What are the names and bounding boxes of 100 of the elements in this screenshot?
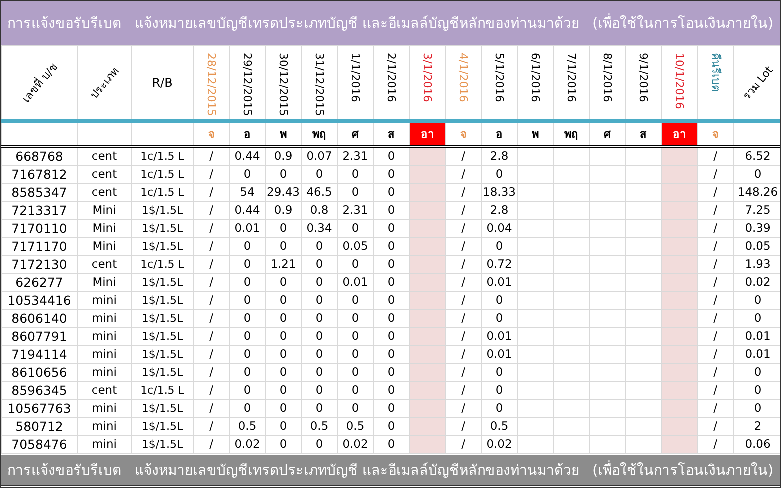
sunday-cell [410,364,446,382]
table-cell: / [194,310,230,328]
table-cell: 8606140 [2,310,78,328]
table-cell: / [194,400,230,418]
column-header: 9/1/2016 [637,52,650,102]
table-cell: / [446,292,482,310]
weekday-label: อา [410,121,446,147]
table-cell: 0 [302,292,338,310]
table-cell: 1$/1.5L [132,274,194,292]
table-cell: 0.01 [482,328,518,346]
table-cell: / [194,166,230,184]
table-cell: 0.72 [482,256,518,274]
table-cell: 0 [338,364,374,382]
column-header: 4/1/2016 [457,52,470,102]
table-cell: 18.33 [482,184,518,202]
table-cell: Mini [78,220,132,238]
table-cell: / [698,146,734,166]
table-cell: 1c/1.5 L [132,166,194,184]
table-cell: 1c/1.5 L [132,382,194,400]
sunday-cell [410,418,446,436]
table-cell: Mini [78,274,132,292]
table-cell: 0 [230,256,266,274]
table-cell: 8596345 [2,382,78,400]
table-cell: 0.02 [482,436,518,454]
table-cell: 1c/1.5 L [132,184,194,202]
table-cell: 0 [338,256,374,274]
table-cell: / [446,202,482,220]
sunday-cell [410,436,446,454]
table-cell: cent [78,166,132,184]
table-cell: 0 [338,346,374,364]
table-cell: Mini [78,238,132,256]
table-cell: 0 [302,436,338,454]
table-cell: 0.04 [482,220,518,238]
table-cell: 0 [338,310,374,328]
table-cell: 0 [302,382,338,400]
weekday-label: ศ [338,121,374,147]
table-cell: 0 [302,346,338,364]
column-header: 7/1/2016 [565,52,578,102]
table-cell: 7213317 [2,202,78,220]
table-cell: / [698,328,734,346]
table-cell: / [698,346,734,364]
column-header: 8/1/2016 [601,52,614,102]
table-cell: / [446,382,482,400]
title-banner: การแจ้งขอรับรีเบต แจ้งหมายเลขบัญชีเทรดประเภทบัญชี และอีเมลล์บัญชีหลักของท่านมาด้วย (เพื่อใช้ในการโอนเงินภายใน) [1,1,780,45]
table-cell: 0 [302,256,338,274]
column-header: 28/12/2015 [205,52,218,116]
table-cell: / [446,364,482,382]
table-cell: / [446,256,482,274]
table-cell: / [698,364,734,382]
sunday-cell [410,292,446,310]
table-cell: / [194,292,230,310]
column-header: 1/1/2016 [349,52,362,102]
table-cell: / [446,166,482,184]
column-header: 29/12/2015 [241,52,254,116]
sunday-cell [410,256,446,274]
table-cell: / [446,436,482,454]
table-cell: 54 [230,184,266,202]
sunday-cell [410,382,446,400]
table-cell: 0.44 [230,146,266,166]
table-cell: / [698,202,734,220]
table-cell: / [446,346,482,364]
weekday-label: อ [230,121,266,147]
table-cell: 2.31 [338,202,374,220]
table-cell: 0 [266,166,302,184]
table-cell: 7171170 [2,238,78,256]
table-cell: 1$/1.5L [132,310,194,328]
table-cell: 0.01 [338,274,374,292]
table-cell: 2.31 [338,146,374,166]
sunday-cell [410,184,446,202]
weekday-label: พ [518,121,554,147]
weekday-label: จ [698,121,734,147]
table-cell: / [698,166,734,184]
table-cell: / [698,310,734,328]
table-cell: / [446,238,482,256]
table-cell: / [194,238,230,256]
table-cell: 0 [230,346,266,364]
column-header: 31/12/2015 [313,52,326,116]
table-cell: 10534416 [2,292,78,310]
table-cell: 0 [338,328,374,346]
table-cell: 0 [302,238,338,256]
table-cell: / [698,184,734,202]
column-header: 30/12/2015 [277,52,290,116]
table-cell: 0 [482,400,518,418]
table-cell: / [194,382,230,400]
table-cell: 0 [482,238,518,256]
table-cell: 0.44 [230,202,266,220]
table-cell: 0 [482,364,518,382]
table-cell: mini [78,418,132,436]
table-cell: / [194,436,230,454]
table-cell: 0 [266,400,302,418]
table-cell: 0 [302,166,338,184]
sunday-cell [410,202,446,220]
table-cell: 0.8 [302,202,338,220]
table-cell: 0 [266,382,302,400]
table-cell: / [194,146,230,166]
table-cell: 8610656 [2,364,78,382]
table-cell: 0 [266,238,302,256]
table-cell: 1$/1.5L [132,238,194,256]
weekday-label: จ [194,121,230,147]
table-cell: 0 [230,364,266,382]
